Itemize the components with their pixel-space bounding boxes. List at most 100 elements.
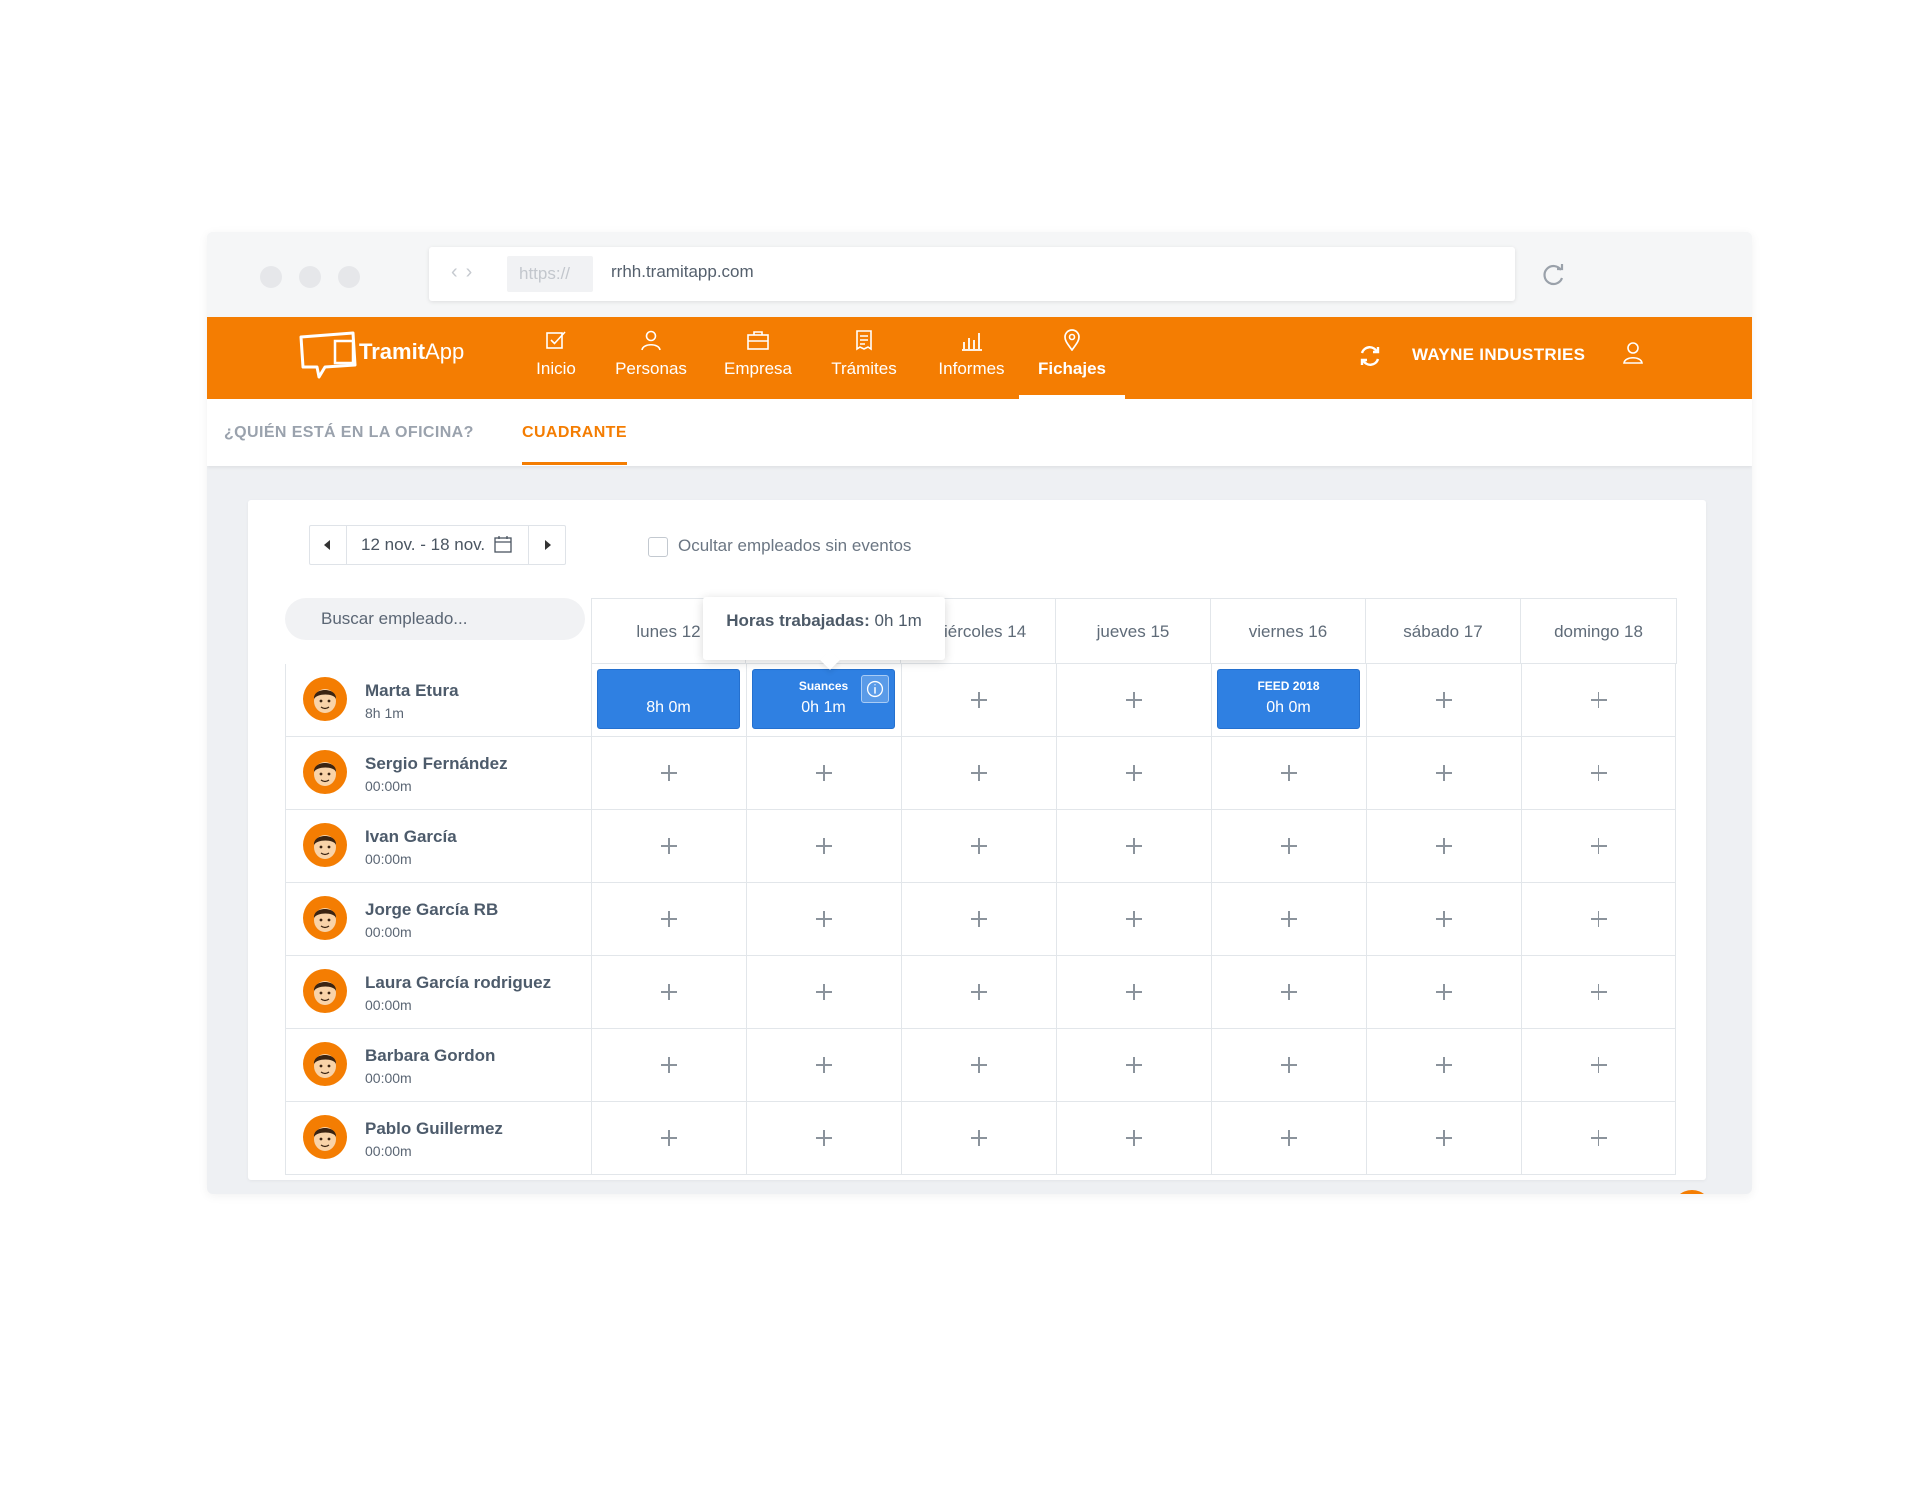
- brand-name[interactable]: TramitApp: [359, 339, 464, 365]
- add-event-plus-icon[interactable]: [1590, 911, 1607, 927]
- add-event-plus-icon[interactable]: [1126, 765, 1142, 781]
- previous-week-button[interactable]: [310, 526, 347, 564]
- add-event-plus-icon[interactable]: [661, 1130, 677, 1146]
- day-cell[interactable]: [591, 1102, 746, 1175]
- add-event-plus-icon[interactable]: [971, 1057, 987, 1073]
- add-event-plus-icon[interactable]: [1436, 765, 1452, 781]
- add-event-plus-icon[interactable]: [1281, 984, 1297, 1000]
- day-cell[interactable]: [1211, 1029, 1366, 1102]
- nav-empresa[interactable]: Empresa: [712, 317, 804, 399]
- day-cell[interactable]: [1521, 737, 1676, 810]
- employee-cell[interactable]: Marta Etura 8h 1m: [285, 664, 591, 737]
- day-cell[interactable]: [901, 737, 1056, 810]
- day-cell[interactable]: [746, 737, 901, 810]
- day-cell[interactable]: [1056, 664, 1211, 737]
- day-cell[interactable]: [591, 810, 746, 883]
- day-cell[interactable]: FEED 2018 0h 0m: [1211, 664, 1366, 737]
- employee-cell[interactable]: Barbara Gordon 00:00m: [285, 1029, 591, 1102]
- add-event-plus-icon[interactable]: [971, 984, 987, 1000]
- add-event-plus-icon[interactable]: [1126, 984, 1142, 1000]
- tab-office[interactable]: ¿QUIÉN ESTÁ EN LA OFICINA?: [224, 424, 474, 442]
- employee-cell[interactable]: Jorge García RB 00:00m: [285, 883, 591, 956]
- add-event-plus-icon[interactable]: [1436, 692, 1452, 708]
- add-event-plus-icon[interactable]: [816, 838, 832, 854]
- add-event-plus-icon[interactable]: [1590, 838, 1607, 854]
- back-forward-icon[interactable]: ‹›: [451, 261, 480, 284]
- add-event-plus-icon[interactable]: [1436, 1130, 1452, 1146]
- day-cell[interactable]: [901, 810, 1056, 883]
- add-event-plus-icon[interactable]: [661, 911, 677, 927]
- day-cell[interactable]: [1211, 1102, 1366, 1175]
- date-range-label[interactable]: 12 nov. - 18 nov.: [361, 535, 485, 555]
- day-cell[interactable]: [1366, 956, 1521, 1029]
- day-cell[interactable]: [1366, 1102, 1521, 1175]
- day-cell[interactable]: [1521, 664, 1676, 737]
- add-event-plus-icon[interactable]: [1590, 1130, 1607, 1146]
- next-week-button[interactable]: [528, 526, 565, 564]
- day-cell[interactable]: [591, 883, 746, 956]
- add-event-plus-icon[interactable]: [1126, 838, 1142, 854]
- floating-action-button[interactable]: [1672, 1190, 1712, 1194]
- day-cell[interactable]: [1521, 1102, 1676, 1175]
- window-maximize-dot[interactable]: [338, 266, 360, 288]
- day-cell[interactable]: [1056, 1102, 1211, 1175]
- day-cell[interactable]: 8h 0m: [591, 664, 746, 737]
- add-event-plus-icon[interactable]: [1281, 1057, 1297, 1073]
- add-event-plus-icon[interactable]: [1281, 911, 1297, 927]
- day-cell[interactable]: [1056, 956, 1211, 1029]
- day-cell[interactable]: [1366, 664, 1521, 737]
- add-event-plus-icon[interactable]: [1281, 1130, 1297, 1146]
- day-cell[interactable]: [591, 737, 746, 810]
- day-cell[interactable]: [1521, 956, 1676, 1029]
- employee-cell[interactable]: Ivan García 00:00m: [285, 810, 591, 883]
- add-event-plus-icon[interactable]: [971, 838, 987, 854]
- window-minimize-dot[interactable]: [299, 266, 321, 288]
- add-event-plus-icon[interactable]: [1590, 1057, 1607, 1073]
- add-event-plus-icon[interactable]: [971, 1130, 987, 1146]
- event-block[interactable]: 8h 0m: [597, 669, 740, 729]
- add-event-plus-icon[interactable]: [1436, 838, 1452, 854]
- day-cell[interactable]: [1056, 810, 1211, 883]
- add-event-plus-icon[interactable]: [661, 838, 677, 854]
- search-employee-input[interactable]: [285, 598, 585, 640]
- hide-employees-label[interactable]: Ocultar empleados sin eventos: [678, 536, 911, 556]
- day-cell[interactable]: [1056, 883, 1211, 956]
- day-cell[interactable]: [901, 883, 1056, 956]
- reload-icon[interactable]: [1540, 261, 1568, 289]
- add-event-plus-icon[interactable]: [1126, 1130, 1142, 1146]
- day-cell[interactable]: [1366, 737, 1521, 810]
- add-event-plus-icon[interactable]: [816, 1130, 832, 1146]
- day-cell[interactable]: [1211, 737, 1366, 810]
- user-account-icon[interactable]: [1622, 341, 1644, 365]
- info-icon[interactable]: [861, 675, 889, 703]
- employee-cell[interactable]: Pablo Guillermez 00:00m: [285, 1102, 591, 1175]
- add-event-plus-icon[interactable]: [1126, 911, 1142, 927]
- nav-fichajes[interactable]: Fichajes: [1019, 317, 1125, 399]
- day-cell[interactable]: [1521, 883, 1676, 956]
- event-block[interactable]: Suances 0h 1m: [752, 669, 895, 729]
- tab-schedule[interactable]: CUADRANTE: [522, 424, 627, 442]
- add-event-plus-icon[interactable]: [661, 984, 677, 1000]
- day-cell[interactable]: [1211, 883, 1366, 956]
- add-event-plus-icon[interactable]: [1436, 911, 1452, 927]
- day-cell[interactable]: [1521, 1029, 1676, 1102]
- employee-cell[interactable]: Sergio Fernández 00:00m: [285, 737, 591, 810]
- nav-informes[interactable]: Informes: [924, 317, 1019, 399]
- add-event-plus-icon[interactable]: [816, 984, 832, 1000]
- day-cell[interactable]: [1211, 956, 1366, 1029]
- add-event-plus-icon[interactable]: [661, 1057, 677, 1073]
- add-event-plus-icon[interactable]: [971, 765, 987, 781]
- nav-inicio[interactable]: Inicio: [518, 317, 594, 399]
- add-event-plus-icon[interactable]: [1281, 838, 1297, 854]
- address-bar[interactable]: ‹› https:// rrhh.tramitapp.com: [429, 247, 1515, 301]
- day-cell[interactable]: [746, 956, 901, 1029]
- day-cell[interactable]: [746, 883, 901, 956]
- add-event-plus-icon[interactable]: [1126, 1057, 1142, 1073]
- add-event-plus-icon[interactable]: [971, 692, 987, 708]
- day-cell[interactable]: [901, 1029, 1056, 1102]
- day-cell[interactable]: [1521, 810, 1676, 883]
- add-event-plus-icon[interactable]: [816, 765, 832, 781]
- day-cell[interactable]: [1211, 810, 1366, 883]
- day-cell[interactable]: [746, 1102, 901, 1175]
- day-cell[interactable]: [1366, 1029, 1521, 1102]
